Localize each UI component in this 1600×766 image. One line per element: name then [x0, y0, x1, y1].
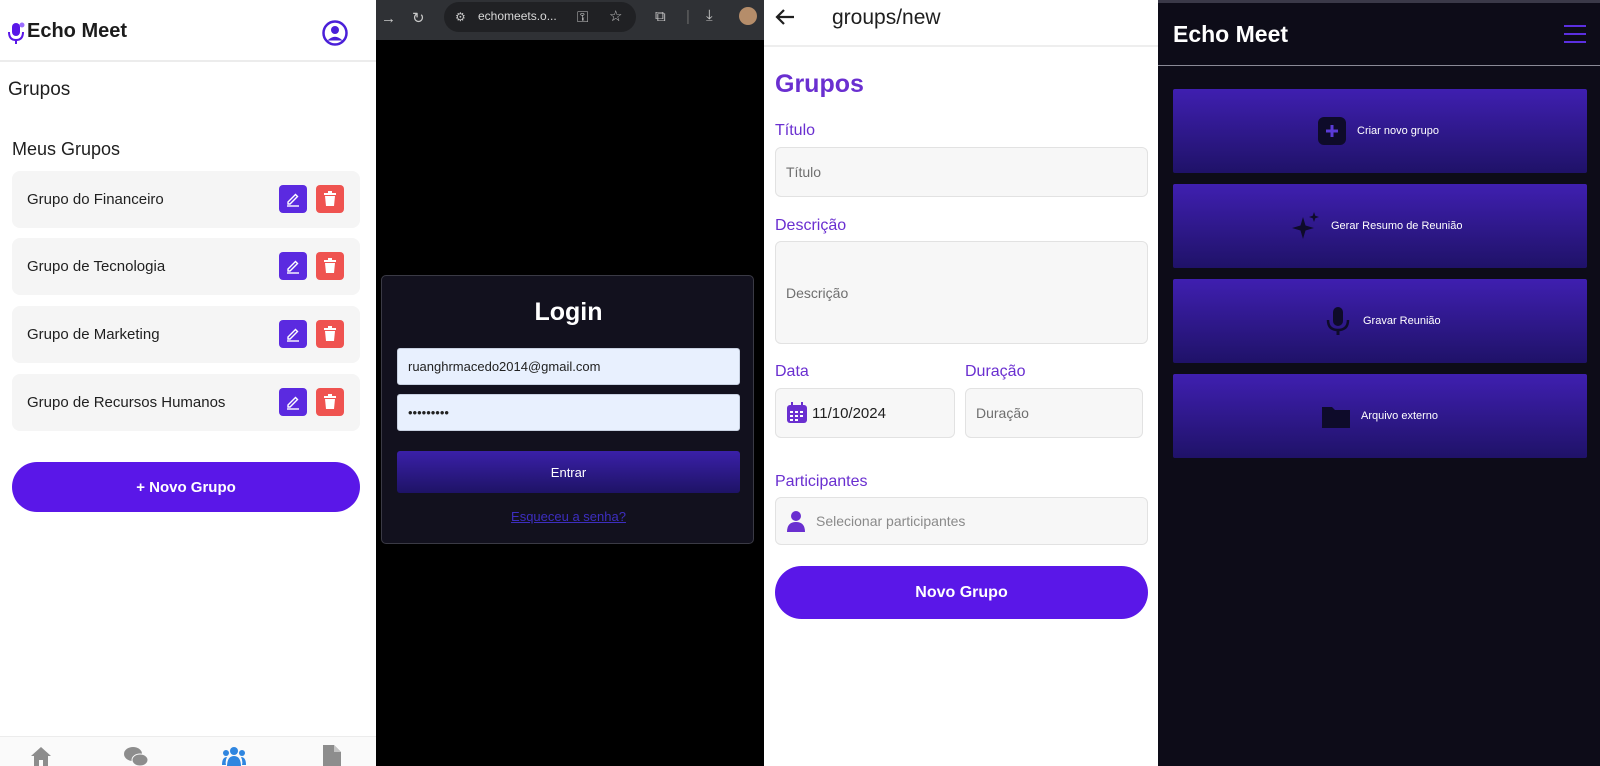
profile-icon[interactable] [322, 20, 348, 46]
delete-group-button[interactable] [316, 185, 344, 213]
group-name: Grupo do Financeiro [27, 191, 164, 208]
extensions-icon[interactable]: ⧉ [655, 8, 666, 25]
users-icon[interactable] [222, 745, 246, 766]
menu-screen: Echo Meet Criar novo grupo Gerar Resumo … [1158, 0, 1600, 766]
screenshot-collage: Echo Meet Grupos Meus Grupos Grupo do Fi… [0, 0, 1600, 766]
date-label: Data [775, 363, 809, 380]
participants-label: Participantes [775, 473, 868, 490]
trash-icon [324, 326, 336, 341]
section-title: Meus Grupos [12, 139, 121, 159]
group-name: Grupo de Marketing [27, 326, 160, 343]
avatar[interactable] [739, 7, 757, 25]
reload-icon[interactable]: ↻ [412, 9, 425, 27]
pencil-icon [287, 396, 299, 410]
user-icon [787, 511, 805, 532]
plus-square-icon [1318, 117, 1346, 145]
duration-label: Duração [965, 363, 1026, 380]
title-placeholder: Título [786, 164, 822, 180]
edit-group-button[interactable] [279, 388, 307, 416]
groups-list-screen: Echo Meet Grupos Meus Grupos Grupo do Fi… [0, 0, 376, 766]
group-card[interactable]: Grupo de Marketing [12, 306, 360, 363]
bottom-nav [0, 736, 376, 766]
trash-icon [324, 191, 336, 206]
browser-toolbar: → ↻ ⚙ echomeets.o... ⚿ ☆ ⧉ | ⤓ [376, 0, 764, 40]
action-label: Criar novo grupo [1357, 125, 1439, 137]
date-value: 11/10/2024 [812, 404, 886, 422]
sparkles-icon [1292, 212, 1319, 239]
trash-icon [324, 258, 336, 273]
action-label: Arquivo externo [1361, 410, 1439, 422]
description-input[interactable]: Descrição [775, 241, 1148, 344]
route-title: groups/new [832, 6, 941, 29]
home-icon[interactable] [29, 745, 53, 766]
url-text: echomeets.o... [478, 9, 557, 23]
toolbar-divider: | [686, 8, 690, 25]
folder-icon [1322, 407, 1350, 428]
edit-group-button[interactable] [279, 185, 307, 213]
group-name: Grupo de Tecnologia [27, 258, 166, 275]
chat-icon[interactable] [124, 745, 148, 766]
login-screen: → ↻ ⚙ echomeets.o... ⚿ ☆ ⧉ | ⤓ Login rua… [376, 0, 764, 766]
form-header: groups/new [764, 0, 1158, 47]
group-name: Grupo de Recursos Humanos [27, 394, 226, 411]
group-card[interactable]: Grupo do Financeiro [12, 171, 360, 228]
create-group-button[interactable]: Novo Grupo [775, 566, 1148, 619]
app-title: Echo Meet [1173, 21, 1289, 47]
password-field[interactable]: ••••••••• [397, 394, 740, 431]
pencil-icon [287, 260, 299, 274]
pencil-icon [287, 193, 299, 207]
calendar-icon [787, 402, 807, 423]
create-group-action[interactable]: Criar novo grupo [1173, 89, 1587, 173]
edit-group-button[interactable] [279, 320, 307, 348]
summary-action[interactable]: Gerar Resumo de Reunião [1173, 184, 1587, 268]
document-icon[interactable] [320, 745, 344, 766]
action-label: Gravar Reunião [1363, 315, 1441, 327]
delete-group-button[interactable] [316, 320, 344, 348]
microphone-icon [1326, 307, 1350, 335]
forgot-password-link[interactable]: Esqueceu a senha? [382, 509, 755, 524]
hamburger-menu-icon[interactable] [1564, 25, 1586, 45]
duration-placeholder: Duração [976, 405, 1029, 421]
duration-input[interactable]: Duração [965, 388, 1143, 438]
group-card[interactable]: Grupo de Recursos Humanos [12, 374, 360, 431]
delete-group-button[interactable] [316, 252, 344, 280]
menu-header: Echo Meet [1158, 3, 1600, 66]
pencil-icon [287, 328, 299, 342]
action-label: Gerar Resumo de Reunião [1331, 220, 1463, 232]
email-field[interactable]: ruanghrmacedo2014@gmail.com [397, 348, 740, 385]
group-card[interactable]: Grupo de Tecnologia [12, 238, 360, 295]
delete-group-button[interactable] [316, 388, 344, 416]
title-input[interactable]: Título [775, 147, 1148, 197]
download-icon[interactable]: ⤓ [706, 7, 713, 24]
login-title: Login [534, 298, 603, 326]
trash-icon [324, 394, 336, 409]
date-input[interactable]: 11/10/2024 [775, 388, 955, 438]
app-header: Echo Meet [0, 0, 376, 62]
page-title: Grupos [8, 79, 71, 100]
new-group-button[interactable]: + Novo Grupo [12, 462, 360, 512]
participants-select[interactable]: Selecionar participantes [775, 497, 1148, 545]
key-icon[interactable]: ⚿ [577, 9, 588, 26]
app-title: Echo Meet [27, 20, 128, 42]
description-placeholder: Descrição [786, 284, 849, 301]
form-title: Grupos [775, 70, 864, 98]
participants-placeholder: Selecionar participantes [816, 513, 966, 529]
record-meeting-action[interactable]: Gravar Reunião [1173, 279, 1587, 363]
login-card: Login ruanghrmacedo2014@gmail.com ••••••… [381, 275, 754, 544]
login-button[interactable]: Entrar [397, 451, 740, 493]
back-arrow-icon[interactable] [774, 6, 796, 28]
new-group-form-screen: groups/new Grupos Título Título Descriçã… [764, 0, 1158, 766]
microphone-logo-icon [8, 22, 25, 44]
site-settings-icon[interactable]: ⚙ [455, 10, 466, 24]
star-icon[interactable]: ☆ [609, 7, 622, 25]
description-label: Descrição [775, 217, 847, 234]
external-file-action[interactable]: Arquivo externo [1173, 374, 1587, 458]
edit-group-button[interactable] [279, 252, 307, 280]
forward-arrow-icon[interactable]: → [381, 10, 396, 27]
title-label: Título [775, 122, 816, 139]
